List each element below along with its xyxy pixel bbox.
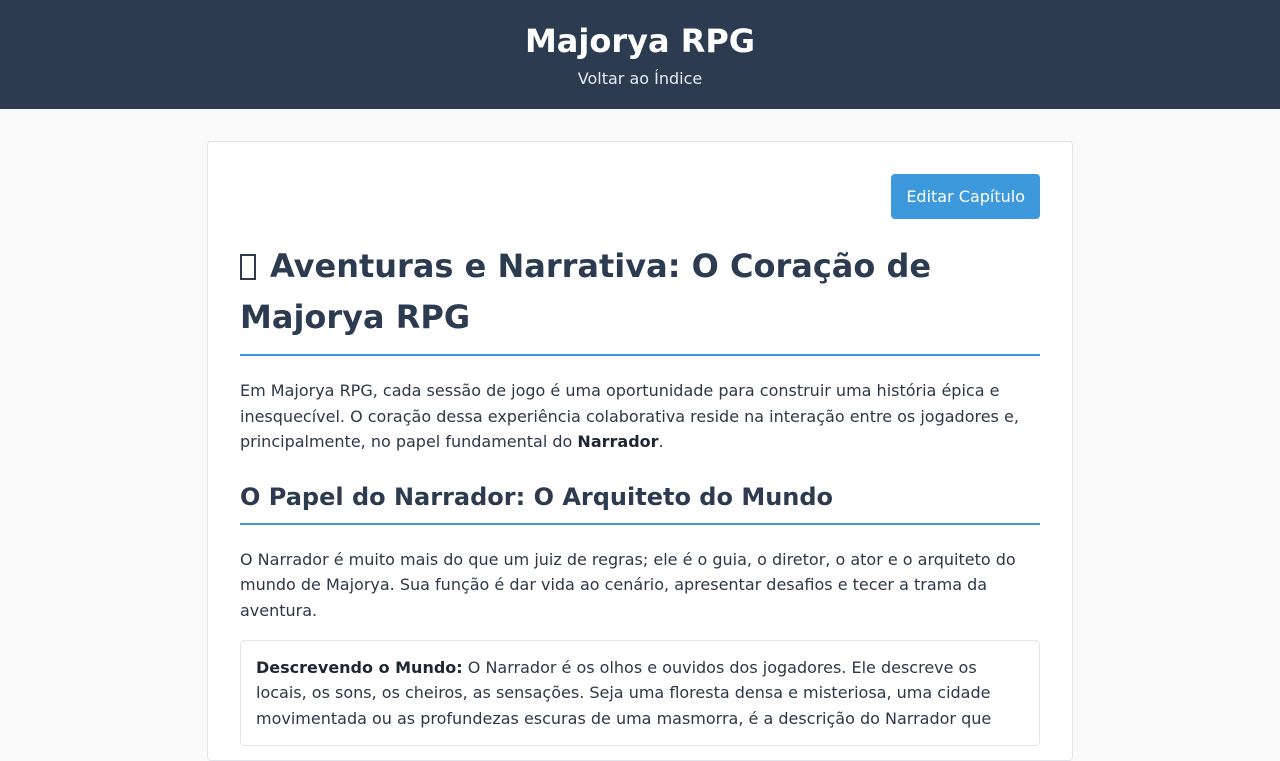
chapter-card: Editar Capítulo Aventuras e Narrativa: O… <box>207 141 1073 761</box>
missing-emoji-icon <box>240 254 256 280</box>
site-title: Majorya RPG <box>524 22 756 60</box>
chapter-title: Aventuras e Narrativa: O Coração de Majo… <box>240 241 1040 356</box>
intro-bold: Narrador <box>577 432 659 452</box>
edit-chapter-button[interactable]: Editar Capítulo <box>891 174 1040 219</box>
site-header: Majorya RPG Voltar ao Índice <box>0 0 1280 109</box>
chapter-title-text: Aventuras e Narrativa: O Coração de Majo… <box>240 247 932 336</box>
section-title: O Papel do Narrador: O Arquiteto do Mund… <box>240 479 1040 525</box>
section-paragraph: O Narrador é muito mais do que um juiz d… <box>240 549 1016 620</box>
intro-paragraph: Em Majorya RPG, cada sessão de jogo é um… <box>240 378 1040 455</box>
describing-world-box: Descrevendo o Mundo: O Narrador é os olh… <box>240 639 1040 747</box>
box-bold: Descrevendo o Mundo: <box>256 657 463 677</box>
chapter-toolbar: Editar Capítulo <box>240 174 1040 219</box>
intro-end: . <box>658 432 664 452</box>
back-to-index-link[interactable]: Voltar ao Índice <box>578 67 702 91</box>
